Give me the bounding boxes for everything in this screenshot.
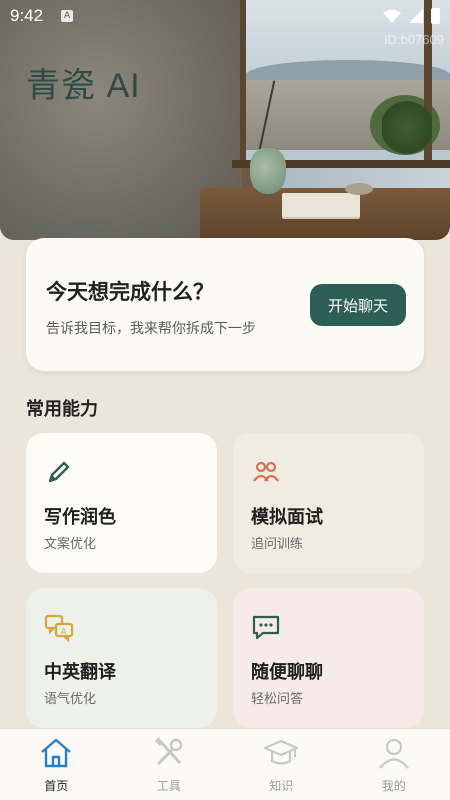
hero-vase <box>250 148 286 194</box>
chat-icon <box>252 615 280 640</box>
graduation-cap-icon <box>264 739 299 765</box>
status-time: 9:42 <box>10 6 44 25</box>
user-icon <box>378 738 409 769</box>
wifi-icon <box>383 9 401 23</box>
prompt-hint: 告诉我目标，我来帮你拆成下一步 <box>46 321 256 337</box>
bottom-nav: 首页 工具 知识 我的 <box>0 728 450 800</box>
tile-subtitle: 语气优化 <box>44 692 97 707</box>
nav-home[interactable]: 首页 <box>0 729 113 800</box>
tile-subtitle: 文案优化 <box>44 537 97 552</box>
prompt-card: 今天想完成什么？ 告诉我目标，我来帮你拆成下一步 开始聊天 <box>26 238 424 371</box>
signal-icon <box>409 9 423 23</box>
tile-title: 随便聊聊 <box>251 662 323 683</box>
svg-text:A: A <box>61 627 67 636</box>
tile-writing[interactable]: 写作润色 文案优化 <box>26 433 217 573</box>
tile-subtitle: 追问训练 <box>251 537 304 552</box>
pen-icon <box>48 461 70 483</box>
nav-label: 知识 <box>269 779 294 793</box>
tile-chat[interactable]: 随便聊聊 轻松问答 <box>233 588 424 728</box>
app-title: 青瓷 AI <box>26 67 141 105</box>
translate-icon: A <box>44 614 74 642</box>
nav-tools[interactable]: 工具 <box>113 729 226 800</box>
tile-interview[interactable]: 模拟面试 追问训练 <box>233 433 424 573</box>
nav-profile[interactable]: 我的 <box>338 729 450 800</box>
hero-cup <box>345 183 373 195</box>
tile-title: 中英翻译 <box>44 662 116 683</box>
device-id-label: ID:b07609 <box>384 32 444 47</box>
nav-label: 我的 <box>381 779 406 793</box>
start-chat-button[interactable]: 开始聊天 <box>310 284 406 326</box>
tile-title: 模拟面试 <box>251 507 323 528</box>
hero-plant <box>382 100 432 155</box>
nav-label: 工具 <box>156 779 181 793</box>
nav-label: 首页 <box>44 779 69 793</box>
tile-translate[interactable]: A 中英翻译 语气优化 <box>26 588 217 728</box>
tile-title: 写作润色 <box>44 507 116 528</box>
status-bar: 9:42 A <box>0 0 450 32</box>
tile-subtitle: 轻松问答 <box>251 692 304 707</box>
hero-banner <box>0 0 450 240</box>
battery-icon <box>431 8 440 24</box>
tools-icon <box>154 737 182 766</box>
section-title: 常用能力 <box>26 399 98 420</box>
hero-subtitle: 把想法变成下一步行动 <box>26 220 177 237</box>
prompt-question: 今天想完成什么？ <box>46 280 214 304</box>
notification-badge: A <box>61 10 74 22</box>
home-icon <box>41 738 72 768</box>
people-icon <box>253 461 279 482</box>
hero-notebook <box>282 193 360 217</box>
nav-knowledge[interactable]: 知识 <box>225 729 338 800</box>
